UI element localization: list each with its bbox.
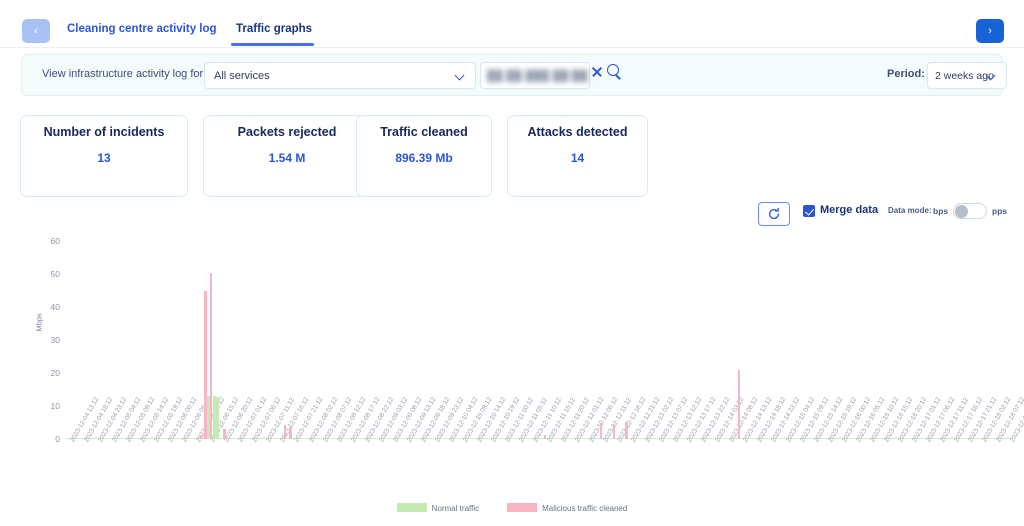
legend-item[interactable]: Malicious traffic cleaned (507, 503, 628, 513)
tab-cleaning-centre-activity-log[interactable]: Cleaning centre activity log (67, 23, 217, 35)
next-page-button[interactable]: › (976, 19, 1004, 43)
legend-swatch (396, 503, 427, 512)
y-axis-tick: 30 (50, 335, 60, 346)
stat-card-title: Attacks detected (527, 125, 628, 139)
chart-bar-malicious (543, 435, 547, 439)
data-mode-label: Data mode: (888, 206, 932, 215)
y-axis-label: Mbps (34, 313, 44, 332)
chevron-down-icon (987, 71, 997, 81)
merge-data-label[interactable]: Merge data (820, 204, 878, 216)
search-input-value: ██.██.███.██/██ (487, 70, 589, 82)
legend-swatch (507, 503, 538, 512)
stat-card-title: Traffic cleaned (380, 125, 468, 139)
y-axis-tick: 20 (50, 368, 60, 379)
y-axis-tick: 60 (50, 236, 60, 247)
stat-card-value: 896.39 Mb (395, 151, 453, 165)
traffic-graphs-page: ‹ › Cleaning centre activity log Traffic… (0, 0, 1024, 526)
tab-bar: ‹ › Cleaning centre activity log Traffic… (0, 0, 1024, 48)
legend-item[interactable]: Normal traffic (396, 503, 480, 513)
chart-bar-malicious (599, 422, 603, 439)
active-tab-indicator (231, 43, 314, 46)
x-axis-ticks: 2023-12-04 13:12 2023-12-04 18:12 2023-12-… (0, 396, 1024, 502)
pps-label[interactable]: pps (992, 206, 1007, 216)
y-axis-tick: 40 (50, 302, 60, 313)
filter-label: View infrastructure activity log for: (42, 68, 207, 80)
prev-page-button[interactable]: ‹ (22, 19, 50, 43)
bps-label[interactable]: bps (933, 206, 948, 216)
search-input[interactable]: ██.██.███.██/██ (480, 62, 590, 89)
stat-card-title: Packets rejected (237, 125, 337, 139)
stat-card-value: 13 (97, 151, 111, 165)
merge-data-checkbox[interactable] (803, 205, 815, 217)
filter-panel: View infrastructure activity log for: Al… (21, 54, 1007, 96)
close-icon[interactable] (590, 65, 604, 79)
chart-bar-malicious (200, 435, 203, 439)
search-icon[interactable] (607, 64, 623, 80)
stat-card-value: 14 (570, 151, 585, 165)
chart-bar-malicious (289, 426, 292, 439)
chevron-down-icon (456, 71, 466, 81)
refresh-icon (768, 207, 780, 220)
legend-label: Normal traffic (431, 504, 480, 513)
legend-label: Malicious traffic cleaned (542, 504, 628, 513)
stat-card-packets-rejected: Packets rejected 1.54 M (203, 115, 371, 197)
toggle-knob (955, 205, 968, 218)
chart-bar-malicious (223, 429, 226, 439)
chart-bar-malicious (612, 423, 616, 439)
stat-card-number-of-incidents: Number of incidents 13 (20, 115, 188, 197)
tab-traffic-graphs[interactable]: Traffic graphs (236, 23, 312, 35)
period-label: Period: (887, 68, 925, 80)
stat-card-title: Number of incidents (43, 125, 165, 139)
chart-bar-normal (206, 396, 211, 439)
stat-card-attacks-detected: Attacks detected 14 (507, 115, 648, 197)
service-select-value: All services (214, 70, 270, 82)
chart-legend: Normal traffic Malicious traffic cleaned (0, 503, 1024, 513)
y-axis-tick: 10 (50, 401, 60, 412)
stat-card-value: 1.54 M (268, 151, 306, 165)
chart-bar-malicious (283, 425, 287, 439)
y-axis-tick: 50 (50, 269, 60, 280)
refresh-button[interactable] (758, 202, 790, 226)
chart-bar-normal (215, 396, 219, 439)
chart-bar-malicious (737, 369, 741, 439)
chart-bar-malicious (625, 421, 628, 439)
period-select[interactable]: 2 weeks ago (927, 62, 1007, 89)
service-select[interactable]: All services (204, 62, 476, 89)
data-mode-toggle[interactable] (953, 203, 987, 219)
stat-card-traffic-cleaned: Traffic cleaned 896.39 Mb (356, 115, 492, 197)
